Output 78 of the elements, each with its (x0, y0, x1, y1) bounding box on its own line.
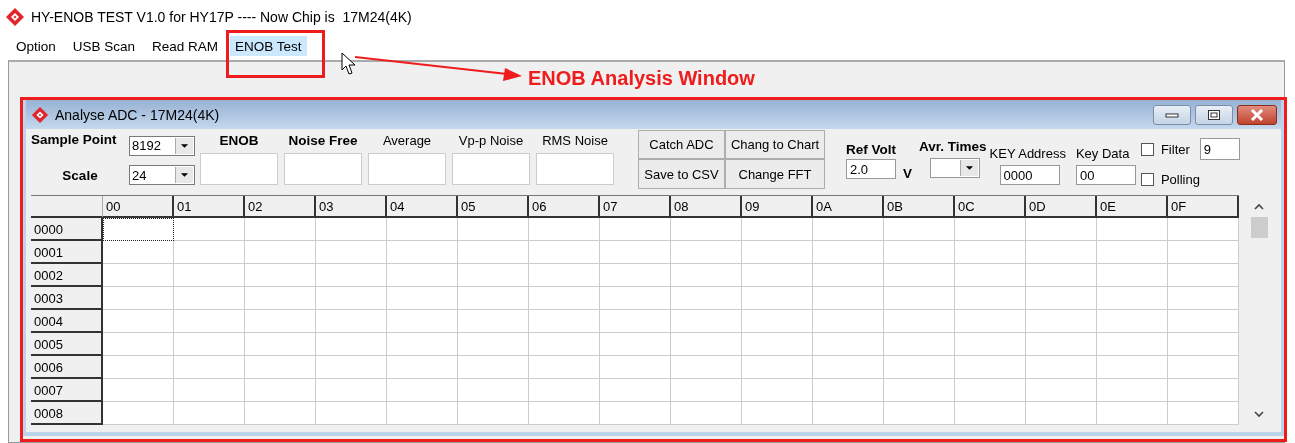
close-button[interactable] (1237, 104, 1277, 125)
menu-item[interactable]: ENOB Test (230, 36, 307, 56)
scale-dropdown[interactable]: 24 (129, 165, 195, 185)
row-header[interactable]: 0003 (31, 287, 103, 310)
polling-label: Polling (1160, 172, 1200, 187)
row-header[interactable]: 0000 (31, 218, 103, 241)
column-header[interactable]: 02 (245, 196, 316, 218)
column-header[interactable]: 0A (813, 196, 884, 218)
column-header[interactable]: 01 (174, 196, 245, 218)
menu-item[interactable]: Option (11, 36, 61, 56)
menu-item[interactable]: Read RAM (147, 36, 224, 56)
column-header[interactable]: 07 (600, 196, 671, 218)
column-header[interactable]: 04 (387, 196, 458, 218)
result-label: Vp-p Noise (457, 132, 525, 150)
sample-point-dropdown[interactable]: 8192 (129, 135, 195, 156)
result-label: Noise Free (287, 132, 359, 150)
app-logo-icon (31, 105, 49, 124)
scale-label: Scale (62, 167, 98, 183)
menu-item[interactable]: USB Scan (67, 36, 141, 56)
column-header[interactable]: 00 (103, 196, 174, 218)
maximize-button[interactable] (1195, 104, 1233, 125)
grid-cell[interactable] (103, 218, 174, 241)
column-header[interactable]: 09 (742, 196, 813, 218)
checkbox[interactable] (1140, 173, 1154, 186)
result-field[interactable] (200, 153, 278, 185)
column-header[interactable]: 06 (529, 196, 600, 218)
action-button[interactable]: Change FFT (725, 159, 825, 189)
row-header[interactable]: 0002 (31, 264, 103, 287)
key-data-label: Key Data (1075, 146, 1131, 161)
minimize-icon (1165, 111, 1179, 118)
scrollbar-thumb[interactable] (1250, 217, 1268, 238)
scroll-down-icon[interactable] (1253, 408, 1265, 420)
result-field[interactable] (368, 153, 446, 185)
maximize-icon (1207, 108, 1221, 121)
row-header[interactable]: 0004 (31, 310, 103, 333)
dropdown-arrow-icon (180, 142, 189, 149)
key-data-field[interactable]: 00 (1075, 165, 1136, 185)
ref-volt-label: Ref Volt (846, 142, 896, 157)
action-button[interactable]: Catch ADC (638, 130, 725, 159)
result-field[interactable] (452, 153, 530, 185)
row-header[interactable]: 0005 (31, 333, 103, 356)
row-header[interactable]: 0007 (31, 379, 103, 402)
column-header[interactable]: 05 (458, 196, 529, 218)
avr-times-label: Avr. Times (919, 139, 987, 154)
child-window-title: Analyse ADC - 17M24(4K) (55, 106, 220, 123)
result-label: ENOB (218, 132, 260, 150)
result-field[interactable] (536, 153, 614, 185)
column-header[interactable]: 03 (316, 196, 387, 218)
window-title: HY-ENOB TEST V1.0 for HY17P ---- Now Chip is 17M24(4K) (31, 9, 412, 25)
column-header[interactable]: 0F (1168, 196, 1239, 218)
column-header[interactable]: 0D (1026, 196, 1097, 218)
column-header[interactable]: 08 (671, 196, 742, 218)
result-label: Average (381, 132, 433, 150)
result-label: RMS Noise (541, 132, 609, 150)
row-header[interactable]: 0006 (31, 356, 103, 379)
corner-cell (31, 196, 103, 218)
key-address-field[interactable]: 0000 (999, 165, 1060, 185)
filter-label: Filter (1160, 141, 1190, 157)
row-header[interactable]: 0008 (31, 402, 103, 425)
checkbox[interactable] (1140, 142, 1154, 156)
app-logo-icon (5, 7, 25, 27)
avr-times-dropdown[interactable] (930, 158, 980, 178)
sample-point-label: Sample Point (31, 132, 118, 147)
callout-label: ENOB Analysis Window (528, 67, 755, 90)
ref-volt-field[interactable]: 2.0 (846, 159, 896, 179)
dropdown-arrow-icon (965, 165, 974, 171)
dropdown-arrow-icon (180, 172, 189, 178)
action-button[interactable]: Save to CSV (638, 159, 725, 189)
key-address-label: KEY Address (989, 146, 1066, 161)
column-header[interactable]: 0E (1097, 196, 1168, 218)
filter-field[interactable]: 9 (1199, 138, 1240, 160)
result-field[interactable] (284, 153, 362, 185)
close-icon (1250, 108, 1264, 121)
column-header[interactable]: 0C (955, 196, 1026, 218)
row-header[interactable]: 0001 (31, 241, 103, 264)
column-header[interactable]: 0B (884, 196, 955, 218)
action-button[interactable]: Chang to Chart (725, 130, 825, 159)
unit-label: V (903, 166, 913, 183)
